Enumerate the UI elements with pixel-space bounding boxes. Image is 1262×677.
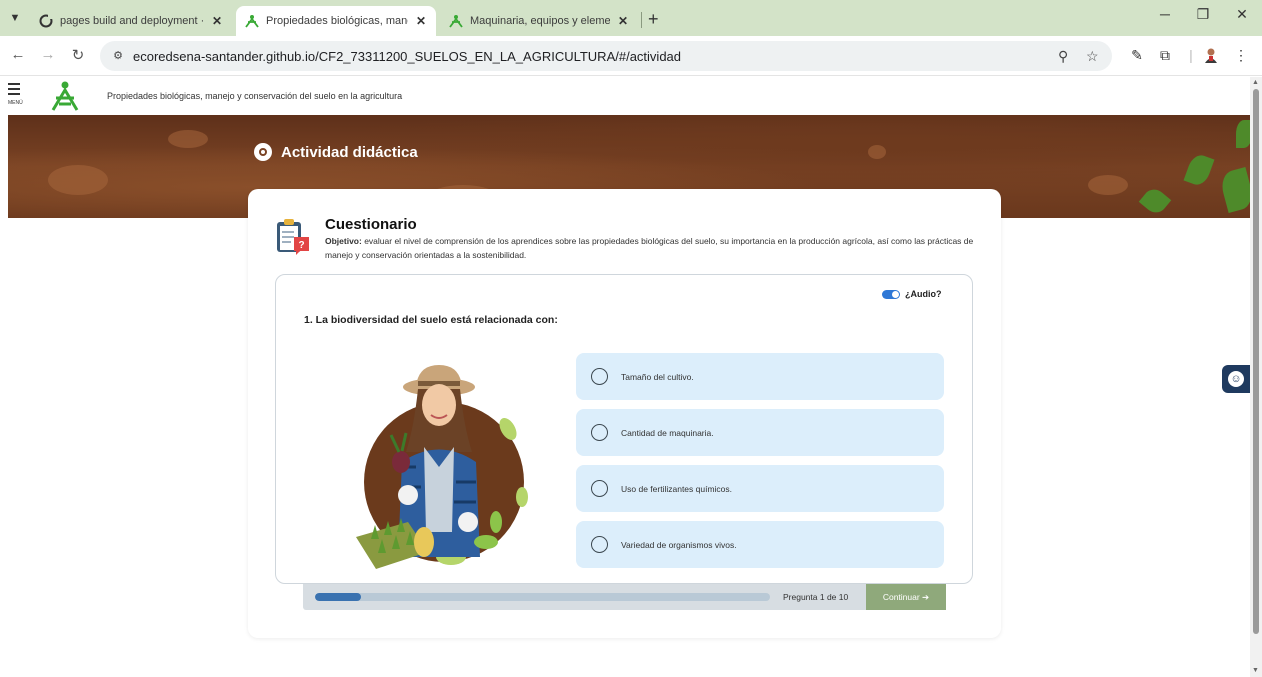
browser-tab-propiedades[interactable]: Propiedades biológicas, manejo y ✕ <box>236 6 436 36</box>
accessibility-icon: ☺ <box>1228 371 1244 387</box>
menu-label: MENÚ <box>8 100 23 106</box>
page-scrollbar[interactable]: ▲ ▼ <box>1250 77 1262 677</box>
audio-label: ¿Audio? <box>905 289 942 299</box>
browser-menu-icon[interactable]: ⋮ <box>1232 47 1250 64</box>
option-1[interactable]: Tamaño del cultivo. <box>576 353 944 400</box>
quiz-card: ? Cuestionario Objetivo: evaluar el nive… <box>248 189 1001 638</box>
site-info-icon[interactable]: ⚙ <box>110 48 126 64</box>
reload-icon[interactable]: ↻ <box>68 46 88 64</box>
progress-fill <box>315 593 361 601</box>
continue-button[interactable]: Continuar ➔ <box>866 584 946 610</box>
tab-title: pages build and deployment · ECC <box>60 15 204 27</box>
option-text: Tamaño del cultivo. <box>621 371 694 382</box>
bookmark-star-icon[interactable]: ☆ <box>1086 48 1099 65</box>
radio-button[interactable] <box>591 424 608 441</box>
restore-window-icon[interactable]: ❐ <box>1193 6 1213 23</box>
question-text: 1. La biodiversidad del suelo está relac… <box>304 314 558 326</box>
new-tab-icon[interactable]: + <box>648 9 659 30</box>
option-text: Uso de fertilizantes químicos. <box>621 483 733 494</box>
close-tab-icon[interactable]: ✕ <box>210 14 224 28</box>
app-header: MENÚ Propiedades biológicas, manejo y co… <box>0 77 1250 115</box>
scroll-down-arrow-icon[interactable]: ▼ <box>1252 667 1259 674</box>
sena-favicon-icon <box>244 13 260 29</box>
option-3[interactable]: Uso de fertilizantes químicos. <box>576 465 944 512</box>
menu-button[interactable]: MENÚ <box>8 81 24 111</box>
toolbar-divider: | <box>1189 47 1193 63</box>
progress-text: Pregunta 1 de 10 <box>783 592 849 602</box>
eyedropper-extension-icon[interactable]: ✎ <box>1128 47 1146 64</box>
scroll-up-arrow-icon[interactable]: ▲ <box>1252 79 1259 86</box>
minimize-window-icon[interactable]: ─ <box>1155 6 1175 22</box>
objective-label: Objetivo: <box>325 236 362 246</box>
url-text[interactable]: ecoredsena-santander.github.io/CF2_73311… <box>133 49 681 64</box>
browser-tab-maquinaria[interactable]: Maquinaria, equipos y elementos ✕ <box>440 6 638 36</box>
tab-search-chevron-icon[interactable]: ▼ <box>6 9 24 27</box>
browser-toolbar: ← → ↻ ⚙ ecoredsena-santander.github.io/C… <box>0 36 1262 76</box>
hamburger-icon <box>8 83 20 85</box>
course-title: Propiedades biológicas, manejo y conserv… <box>107 91 403 101</box>
clipboard-question-icon: ? <box>277 219 309 255</box>
browser-tab-github[interactable]: pages build and deployment · ECC ✕ <box>30 6 232 36</box>
progress-footer: Pregunta 1 de 10 Continuar ➔ <box>303 584 946 610</box>
audio-switch[interactable] <box>882 289 900 299</box>
option-text: Cantidad de maquinaria. <box>621 427 714 438</box>
quiz-objective: Objetivo: evaluar el nivel de comprensió… <box>325 234 985 262</box>
svg-text:?: ? <box>298 240 304 251</box>
radio-button[interactable] <box>591 368 608 385</box>
forward-arrow-icon[interactable]: → <box>38 46 58 63</box>
banner-title: Actividad didáctica <box>254 143 418 161</box>
zoom-icon[interactable]: ⚲ <box>1058 48 1068 65</box>
accessibility-button[interactable]: ☺ <box>1222 365 1250 393</box>
option-text: Variedad de organismos vivos. <box>621 539 737 550</box>
audio-toggle[interactable]: ¿Audio? <box>882 289 942 299</box>
tab-separator <box>641 12 642 28</box>
browser-tab-bar: ▼ pages build and deployment · ECC ✕ Pro… <box>0 0 1262 36</box>
banner-title-text: Actividad didáctica <box>281 143 418 161</box>
address-bar[interactable]: ⚙ ecoredsena-santander.github.io/CF2_733… <box>100 41 1112 71</box>
close-tab-icon[interactable]: ✕ <box>414 14 428 28</box>
scrollbar-thumb[interactable] <box>1253 89 1259 634</box>
quiz-title: Cuestionario <box>325 216 417 233</box>
farmer-woman-illustration <box>356 365 528 569</box>
option-4[interactable]: Variedad de organismos vivos. <box>576 521 944 568</box>
question-box: ¿Audio? 1. La biodiversidad del suelo es… <box>275 274 973 584</box>
objective-text: evaluar el nivel de comprensión de los a… <box>325 236 974 260</box>
sena-logo <box>51 81 79 111</box>
activity-clock-icon <box>254 143 272 161</box>
radio-button[interactable] <box>591 480 608 497</box>
option-2[interactable]: Cantidad de maquinaria. <box>576 409 944 456</box>
progress-track <box>315 593 770 601</box>
github-sync-icon <box>38 13 54 29</box>
tab-title: Propiedades biológicas, manejo y <box>266 15 408 27</box>
tab-title: Maquinaria, equipos y elementos <box>470 15 610 27</box>
profile-avatar-icon[interactable] <box>1202 47 1220 66</box>
close-tab-icon[interactable]: ✕ <box>616 14 630 28</box>
radio-button[interactable] <box>591 536 608 553</box>
sena-favicon-icon <box>448 13 464 29</box>
extensions-puzzle-icon[interactable]: ⧉ <box>1156 47 1174 64</box>
close-window-icon[interactable]: ✕ <box>1232 6 1252 23</box>
back-arrow-icon[interactable]: ← <box>8 46 28 63</box>
